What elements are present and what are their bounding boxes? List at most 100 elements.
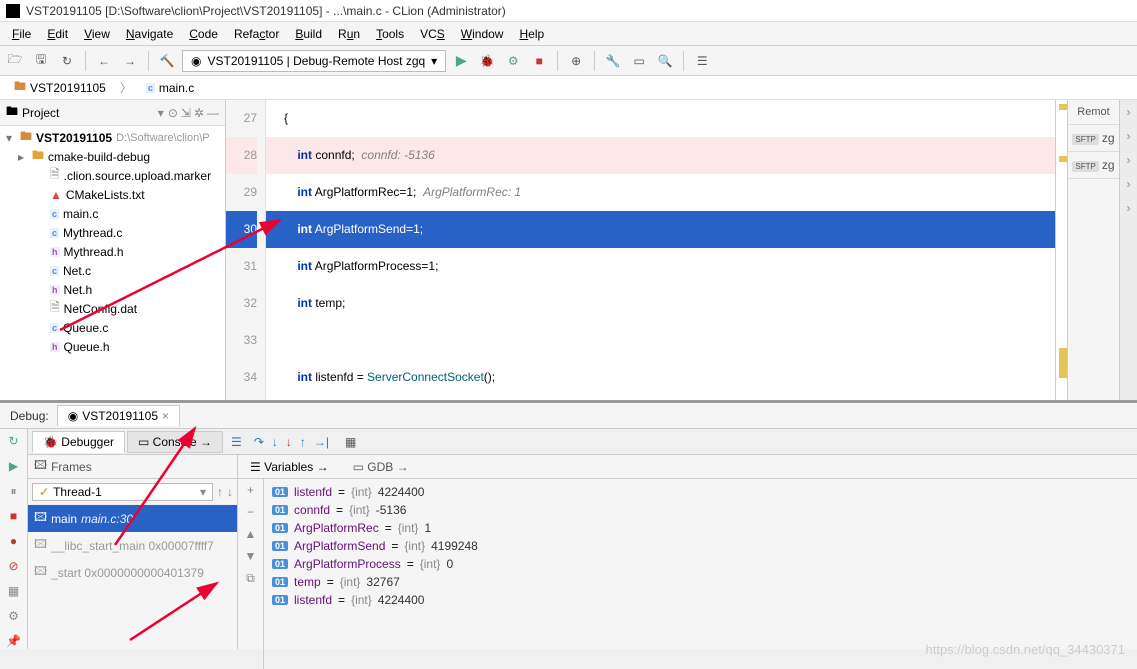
attach-icon[interactable]: ⊕: [565, 50, 587, 72]
refresh-icon[interactable]: ↻: [56, 50, 78, 72]
menu-build[interactable]: Build: [287, 27, 330, 41]
gear-icon[interactable]: ✲: [194, 106, 204, 120]
debug-config-tab[interactable]: ◉ VST20191105 ×: [57, 405, 180, 426]
tree-file[interactable]: h Queue.h: [0, 337, 225, 356]
chevron-right-icon[interactable]: ›: [1120, 148, 1137, 172]
stop-icon[interactable]: ■: [5, 508, 23, 525]
breakpoints-icon[interactable]: ●: [5, 533, 23, 550]
forward-icon[interactable]: →: [119, 50, 141, 72]
sftp-tab-2[interactable]: SFTP zg: [1068, 152, 1119, 179]
pin-icon[interactable]: 📌: [5, 632, 23, 649]
pause-icon[interactable]: ⏸: [5, 483, 23, 500]
force-step-into-icon[interactable]: ↓: [286, 435, 292, 449]
open-icon[interactable]: 🗁: [4, 50, 26, 72]
tree-file[interactable]: c Net.c: [0, 261, 225, 280]
step-over-icon[interactable]: ↷: [254, 435, 264, 449]
frame-item[interactable]: 🖾 _start 0x0000000000401379: [28, 559, 237, 586]
add-watch-icon[interactable]: +: [247, 483, 254, 497]
tree-file[interactable]: c Queue.c: [0, 318, 225, 337]
terminal-icon[interactable]: ▭: [628, 50, 650, 72]
run-icon[interactable]: ▶: [450, 50, 472, 72]
copy-icon[interactable]: ⧉: [246, 571, 255, 586]
tree-file[interactable]: c main.c: [0, 204, 225, 223]
chevron-right-icon[interactable]: ›: [1120, 124, 1137, 148]
menu-code[interactable]: Code: [181, 27, 226, 41]
variable-item[interactable]: 01listenfd = {int} 4224400: [264, 483, 1137, 501]
remote-tab[interactable]: Remot: [1068, 100, 1119, 125]
down-icon[interactable]: ▼: [245, 549, 257, 563]
project-header-title[interactable]: Project: [22, 106, 154, 120]
rerun-icon[interactable]: ↻: [5, 433, 23, 450]
debug-tabs-row: Debug: ◉ VST20191105 ×: [0, 403, 1137, 429]
file-crumb[interactable]: c main.c: [138, 79, 202, 97]
back-icon[interactable]: ←: [93, 50, 115, 72]
thread-selector[interactable]: ✓ Thread-1 ▾: [32, 483, 213, 501]
variable-item[interactable]: 01ArgPlatformSend = {int} 4199248: [264, 537, 1137, 555]
menu-vcs[interactable]: VCS: [412, 27, 453, 41]
step-out-icon[interactable]: ↑: [300, 435, 306, 449]
hide-icon[interactable]: —: [207, 106, 219, 120]
menu-view[interactable]: View: [76, 27, 118, 41]
close-icon[interactable]: ×: [162, 409, 169, 423]
chevron-right-icon[interactable]: ›: [1120, 100, 1137, 124]
save-icon[interactable]: 🖫: [30, 50, 52, 72]
tree-file[interactable]: ▲ CMakeLists.txt: [0, 185, 225, 204]
step-into-icon[interactable]: ↓: [272, 435, 278, 449]
wrench-icon[interactable]: 🔧: [602, 50, 624, 72]
tree-root[interactable]: ▾🖿 VST20191105 D:\Software\clion\P: [0, 128, 225, 147]
layout-icon[interactable]: ▦: [5, 582, 23, 599]
menu-navigate[interactable]: Navigate: [118, 27, 181, 41]
frames-panel: 🖾 Frames ✓ Thread-1 ▾ ↑ ↓ 🖾 main main.c:…: [28, 455, 238, 649]
watermark: https://blog.csdn.net/qq_34430371: [926, 642, 1126, 657]
settings-icon[interactable]: ⚙: [5, 607, 23, 624]
variable-item[interactable]: 01temp = {int} 32767: [264, 573, 1137, 591]
tree-file[interactable]: 🗎 NetConfig.dat: [0, 299, 225, 318]
console-tab[interactable]: ▭ Console →: [127, 431, 223, 453]
chevron-right-icon[interactable]: ›: [1120, 196, 1137, 220]
menu-file[interactable]: File: [4, 27, 39, 41]
code-editor[interactable]: 2728293031323334 { int connfd; connfd: -…: [226, 100, 1067, 400]
run-config-selector[interactable]: ◉ VST20191105 | Debug-Remote Host zgq ▾: [182, 50, 446, 72]
debugger-tab[interactable]: 🐞 Debugger: [32, 431, 125, 453]
scroll-from-source-icon[interactable]: ⊙: [168, 106, 178, 120]
evaluate-icon[interactable]: ▦: [345, 435, 356, 449]
sftp-tab-1[interactable]: SFTP zg: [1068, 125, 1119, 152]
threads-icon[interactable]: ☰: [231, 435, 242, 449]
tree-file[interactable]: h Net.h: [0, 280, 225, 299]
build-icon[interactable]: 🔨: [156, 50, 178, 72]
mute-bp-icon[interactable]: ⊘: [5, 557, 23, 574]
up-icon[interactable]: ▲: [245, 527, 257, 541]
frame-item[interactable]: 🖾 main main.c:30: [28, 505, 237, 532]
gdb-tab[interactable]: ▭ GDB →: [347, 458, 415, 476]
debug-icon[interactable]: 🐞: [476, 50, 498, 72]
frame-up-icon[interactable]: ↑: [217, 485, 223, 499]
menu-edit[interactable]: Edit: [39, 27, 76, 41]
resume-icon[interactable]: ▶: [5, 458, 23, 475]
menu-refactor[interactable]: Refactor: [226, 27, 287, 41]
remove-watch-icon[interactable]: −: [247, 505, 254, 519]
menu-tools[interactable]: Tools: [368, 27, 412, 41]
tree-file[interactable]: c Mythread.c: [0, 223, 225, 242]
stop-icon[interactable]: ■: [528, 50, 550, 72]
code-area[interactable]: { int connfd; connfd: -5136 int ArgPlatf…: [266, 100, 1055, 400]
menu-run[interactable]: Run: [330, 27, 368, 41]
run-to-cursor-icon[interactable]: →|: [314, 435, 329, 449]
search-icon[interactable]: 🔍: [654, 50, 676, 72]
menu-window[interactable]: Window: [453, 27, 512, 41]
coverage-icon[interactable]: ⚙: [502, 50, 524, 72]
tree-file[interactable]: h Mythread.h: [0, 242, 225, 261]
variable-item[interactable]: 01connfd = {int} -5136: [264, 501, 1137, 519]
frame-item[interactable]: 🖾 __libc_start_main 0x00007ffff7: [28, 532, 237, 559]
structure-icon[interactable]: ☰: [691, 50, 713, 72]
frame-down-icon[interactable]: ↓: [227, 485, 233, 499]
tree-file[interactable]: 🗎 .clion.source.upload.marker: [0, 166, 225, 185]
chevron-right-icon[interactable]: ›: [1120, 172, 1137, 196]
variable-item[interactable]: 01ArgPlatformRec = {int} 1: [264, 519, 1137, 537]
variable-item[interactable]: 01ArgPlatformProcess = {int} 0: [264, 555, 1137, 573]
variable-item[interactable]: 01listenfd = {int} 4224400: [264, 591, 1137, 609]
tree-folder-cmake[interactable]: ▸🖿 cmake-build-debug: [0, 147, 225, 166]
project-crumb[interactable]: 🖿 VST20191105: [6, 75, 114, 100]
menu-help[interactable]: Help: [511, 27, 552, 41]
collapse-icon[interactable]: ⇲: [181, 106, 191, 120]
variables-tab[interactable]: ☰ Variables →: [244, 458, 335, 476]
